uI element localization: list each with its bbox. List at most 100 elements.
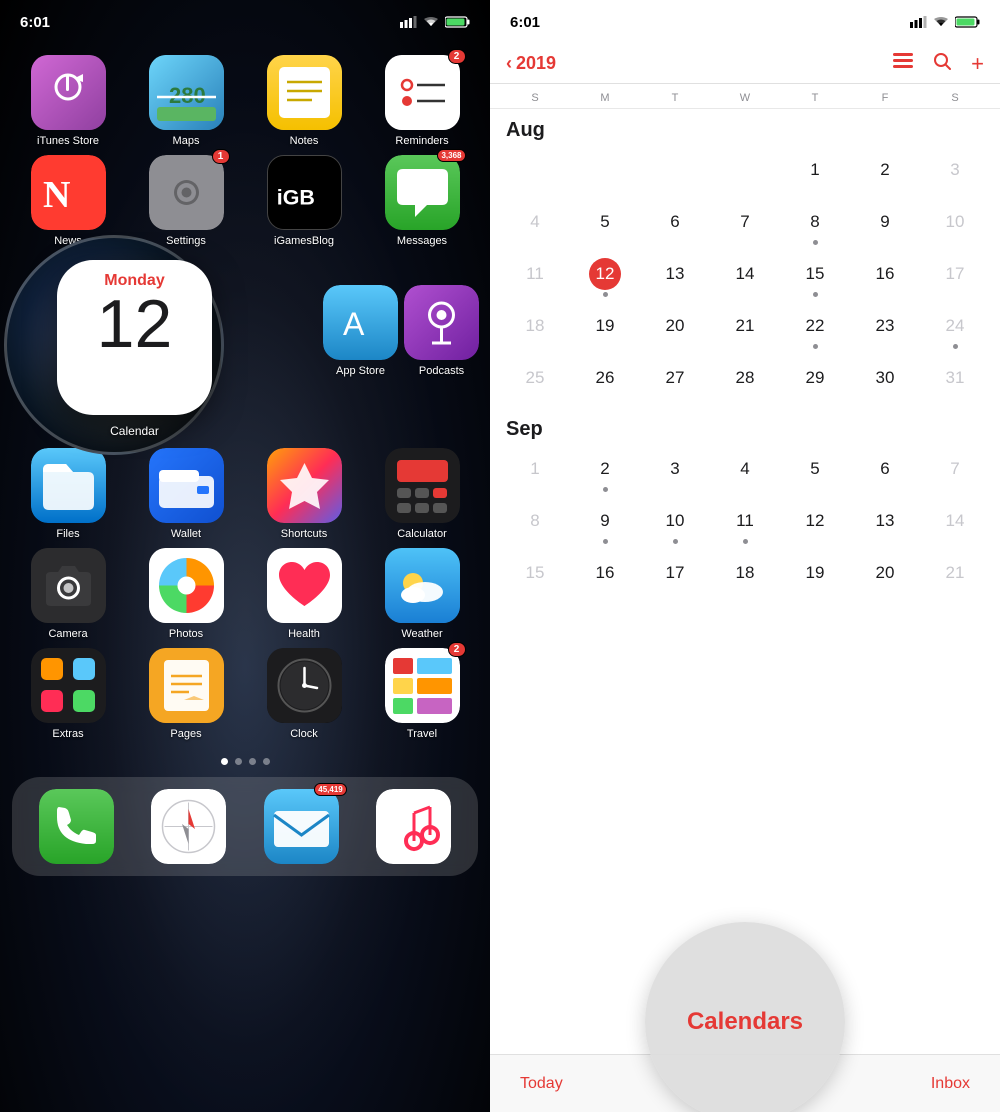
cal-day-sep-10[interactable]: 10 [640, 499, 710, 551]
app-label-podcasts: Podcasts [419, 365, 464, 377]
app-camera[interactable]: Camera [12, 548, 124, 640]
cal-day-aug-14[interactable]: 14 [710, 252, 780, 304]
cal-day-aug-30[interactable]: 30 [850, 356, 920, 408]
dock-music[interactable] [376, 789, 451, 864]
cal-day-sep-6[interactable]: 6 [850, 447, 920, 499]
cal-add-icon[interactable]: + [971, 53, 984, 75]
app-settings[interactable]: 1 Settings [130, 155, 242, 247]
cal-day-sep-21[interactable]: 21 [920, 551, 990, 603]
cal-day-aug-15[interactable]: 15 [780, 252, 850, 304]
cal-today-btn[interactable]: Today [520, 1075, 563, 1093]
cal-day-aug-19[interactable]: 19 [570, 304, 640, 356]
cal-header-icons: + [893, 52, 984, 75]
app-shortcuts[interactable]: Shortcuts [248, 448, 360, 540]
app-maps[interactable]: 280 Maps [130, 55, 242, 147]
cal-day-aug-31[interactable]: 31 [920, 356, 990, 408]
cal-day-aug-1[interactable]: 1 [780, 148, 850, 200]
cal-day-aug-8[interactable]: 8 [780, 200, 850, 252]
cal-day-aug-17[interactable]: 17 [920, 252, 990, 304]
cal-day-sep-3[interactable]: 3 [640, 447, 710, 499]
cal-day-aug-23[interactable]: 23 [850, 304, 920, 356]
reminders-icon: 2 [385, 55, 460, 130]
cal-calendars-zoom-label[interactable]: Calendars [687, 1008, 803, 1036]
dock-mail[interactable]: 45,419 [264, 789, 339, 864]
cal-day-sep-4[interactable]: 4 [710, 447, 780, 499]
cal-day-aug-26[interactable]: 26 [570, 356, 640, 408]
app-weather[interactable]: Weather [366, 548, 478, 640]
cal-day-aug-29[interactable]: 29 [780, 356, 850, 408]
cal-day-aug-24[interactable]: 24 [920, 304, 990, 356]
app-travel[interactable]: 2 Travel [366, 648, 478, 740]
cal-search-icon[interactable] [933, 52, 951, 75]
cal-month-sep: Sep [490, 408, 1000, 447]
status-bar: 6:01 [0, 0, 490, 44]
cal-day-aug-20[interactable]: 20 [640, 304, 710, 356]
app-extras[interactable]: Extras [12, 648, 124, 740]
app-news[interactable]: N News [12, 155, 124, 247]
cal-day-aug-3[interactable]: 3 [920, 148, 990, 200]
app-reminders[interactable]: 2 Reminders [366, 55, 478, 147]
cal-day-aug-25[interactable]: 25 [500, 356, 570, 408]
app-itunes-store[interactable]: iTunes Store [12, 55, 124, 147]
cal-day-sep-15[interactable]: 15 [500, 551, 570, 603]
cal-day-sep-5[interactable]: 5 [780, 447, 850, 499]
cal-day-aug-5[interactable]: 5 [570, 200, 640, 252]
app-igb[interactable]: iGB iGamesBlog [248, 155, 360, 247]
cal-day-aug-7[interactable]: 7 [710, 200, 780, 252]
app-health[interactable]: Health [248, 548, 360, 640]
dock-phone[interactable] [39, 789, 114, 864]
cal-day-aug-28[interactable]: 28 [710, 356, 780, 408]
cal-day-sep-8[interactable]: 8 [500, 499, 570, 551]
app-podcasts-row3[interactable]: Podcasts [404, 285, 479, 377]
cal-wd-f: F [850, 90, 920, 106]
app-files[interactable]: Files [12, 448, 124, 540]
svg-text:N: N [43, 174, 70, 216]
cal-inbox-btn[interactable]: Inbox [931, 1075, 970, 1093]
travel-badge: 2 [448, 642, 466, 657]
app-messages[interactable]: 3,368 Messages [366, 155, 478, 247]
cal-list-icon[interactable] [893, 53, 913, 74]
cal-back-arrow[interactable]: ‹ [506, 53, 512, 74]
cal-day-sep-20[interactable]: 20 [850, 551, 920, 603]
cal-day-aug-21[interactable]: 21 [710, 304, 780, 356]
cal-day-aug-18[interactable]: 18 [500, 304, 570, 356]
app-calculator[interactable]: Calculator [366, 448, 478, 540]
cal-event-dot [603, 487, 608, 492]
cal-day-aug-22[interactable]: 22 [780, 304, 850, 356]
cal-day-aug-12[interactable]: 12 [570, 252, 640, 304]
cal-day-aug-6[interactable]: 6 [640, 200, 710, 252]
cal-day-aug-11[interactable]: 11 [500, 252, 570, 304]
app-wallet[interactable]: Wallet [130, 448, 242, 540]
cal-day-aug-16[interactable]: 16 [850, 252, 920, 304]
cal-year-nav[interactable]: ‹ 2019 [506, 53, 556, 74]
app-photos[interactable]: Photos [130, 548, 242, 640]
cal-day-aug-2[interactable]: 2 [850, 148, 920, 200]
cal-day-sep-7[interactable]: 7 [920, 447, 990, 499]
cal-day-sep-19[interactable]: 19 [780, 551, 850, 603]
cal-day-sep-2[interactable]: 2 [570, 447, 640, 499]
cal-year[interactable]: 2019 [516, 53, 556, 74]
dock-safari[interactable] [151, 789, 226, 864]
cal-wd-s2: S [920, 90, 990, 106]
cal-day-sep-16[interactable]: 16 [570, 551, 640, 603]
cal-day-aug-4[interactable]: 4 [500, 200, 570, 252]
cal-calendars-zoom[interactable]: Calendars [645, 922, 845, 1112]
cal-day-sep-14[interactable]: 14 [920, 499, 990, 551]
cal-day-sep-1[interactable]: 1 [500, 447, 570, 499]
cal-day-aug-27[interactable]: 27 [640, 356, 710, 408]
app-clock[interactable]: Clock [248, 648, 360, 740]
cal-day-sep-13[interactable]: 13 [850, 499, 920, 551]
cal-day-sep-11[interactable]: 11 [710, 499, 780, 551]
iphone-home-screen: 6:01 iTunes Store 280 Maps [0, 0, 490, 1112]
cal-day-aug-13[interactable]: 13 [640, 252, 710, 304]
cal-day-sep-12[interactable]: 12 [780, 499, 850, 551]
app-notes[interactable]: Notes [248, 55, 360, 147]
cal-day-sep-18[interactable]: 18 [710, 551, 780, 603]
cal-day-sep-17[interactable]: 17 [640, 551, 710, 603]
cal-day-sep-9[interactable]: 9 [570, 499, 640, 551]
app-appstore[interactable]: A App Store [323, 285, 398, 377]
app-pages[interactable]: Pages [130, 648, 242, 740]
cal-day-aug-9[interactable]: 9 [850, 200, 920, 252]
cal-day-aug-10[interactable]: 10 [920, 200, 990, 252]
music-icon [376, 789, 451, 864]
